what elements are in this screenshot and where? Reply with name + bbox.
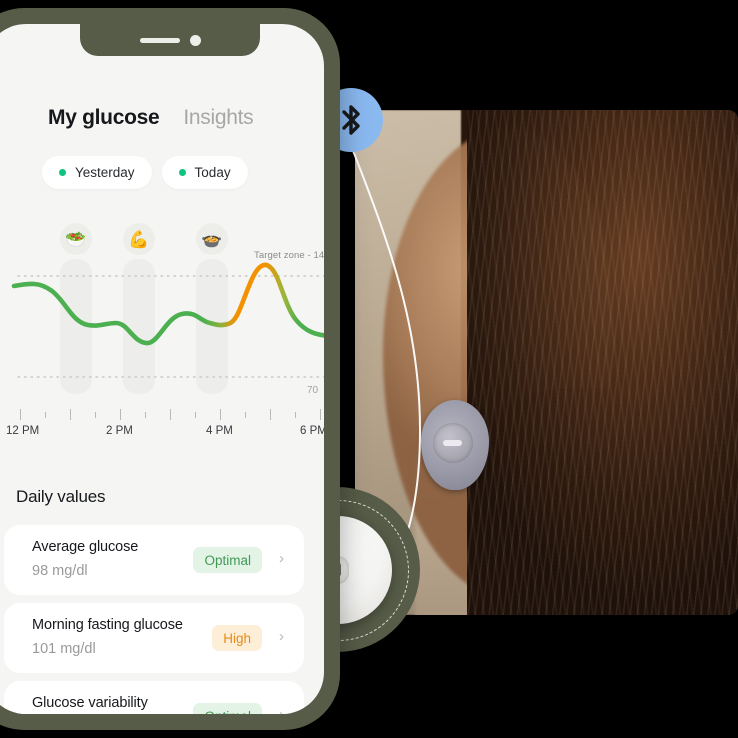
bluetooth-icon [342, 105, 360, 135]
axis-ticks [20, 409, 321, 421]
chip-yesterday[interactable]: Yesterday [42, 156, 152, 189]
row-name: Glucose variability [32, 695, 148, 711]
row-value: 98 mg/dl [32, 563, 88, 579]
tab-bar: My glucose Insights [48, 106, 254, 130]
chevron-right-icon[interactable]: › [279, 629, 284, 644]
list-item[interactable]: Glucose variability 19 mg/dl Optimal › [4, 681, 304, 714]
chip-yesterday-label: Yesterday [75, 165, 135, 180]
status-badge: Optimal [193, 547, 262, 573]
earpiece-speaker [139, 37, 180, 43]
worn-sensor-patch [421, 400, 489, 490]
x-label-4pm: 4 PM [206, 425, 233, 437]
phone-notch [80, 24, 260, 56]
daily-values-list: Average glucose 98 mg/dl Optimal › Morni… [4, 525, 304, 714]
list-item[interactable]: Morning fasting glucose 101 mg/dl High › [4, 603, 304, 673]
tab-my-glucose[interactable]: My glucose [48, 106, 160, 130]
x-label-2pm: 2 PM [106, 425, 133, 437]
axis-label-70: 70 [307, 385, 319, 396]
chart-x-axis: 12 PM 2 PM 4 PM 6 PM [0, 409, 324, 464]
glucose-chart[interactable]: 🥗 💪 🍲 Target zone - 140 70 12 PM 2 PM 4 … [0, 219, 324, 464]
row-name: Average glucose [32, 539, 139, 555]
photo-hair [467, 110, 738, 615]
daily-values-title: Daily values [16, 487, 106, 506]
list-item[interactable]: Average glucose 98 mg/dl Optimal › [4, 525, 304, 595]
tab-insights[interactable]: Insights [183, 106, 253, 130]
row-name: Morning fasting glucose [32, 617, 183, 633]
day-filter-chips: Yesterday Today [42, 156, 248, 189]
chip-today-label: Today [194, 165, 231, 180]
phone-frame: My glucose Insights Yesterday Today 🥗 � [0, 8, 340, 730]
status-badge: High [212, 625, 262, 651]
scene: My glucose Insights Yesterday Today 🥗 � [0, 0, 738, 738]
chevron-right-icon[interactable]: › [279, 551, 284, 566]
chip-dot-icon [59, 169, 66, 176]
chip-dot-icon [178, 169, 186, 176]
status-badge: Optimal [193, 703, 262, 714]
row-value: 101 mg/dl [32, 641, 96, 657]
front-camera [189, 34, 201, 46]
x-label-6pm: 6 PM [300, 425, 324, 437]
chevron-right-icon[interactable]: › [279, 707, 284, 714]
axis-tick-labels: 12 PM 2 PM 4 PM 6 PM [0, 425, 324, 445]
x-label-12pm: 12 PM [6, 425, 40, 437]
phone-screen: My glucose Insights Yesterday Today 🥗 � [0, 24, 324, 714]
chip-today[interactable]: Today [161, 156, 248, 189]
